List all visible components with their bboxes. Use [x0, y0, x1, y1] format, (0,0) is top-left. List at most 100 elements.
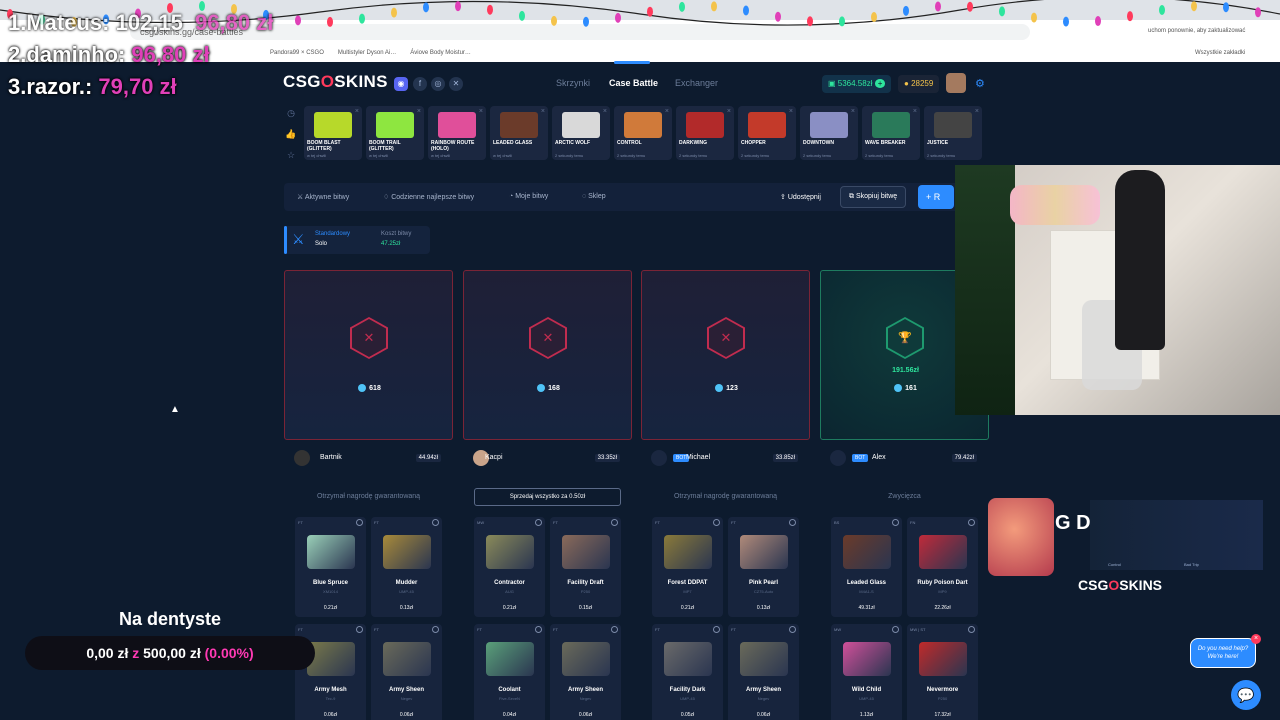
- star-icon[interactable]: ☆: [284, 150, 298, 161]
- tab-shop[interactable]: ◌ Sklep: [582, 193, 606, 200]
- close-icon[interactable]: ×: [851, 108, 855, 115]
- site-logo[interactable]: CSGOSKINS: [283, 72, 388, 92]
- info-icon[interactable]: [789, 626, 796, 633]
- avatar[interactable]: [294, 450, 310, 466]
- tab-active-battles[interactable]: ⚔ Aktywne bitwy: [297, 193, 349, 201]
- info-icon[interactable]: [892, 519, 899, 526]
- info-icon[interactable]: [892, 626, 899, 633]
- player-name[interactable]: Kacpi: [485, 454, 503, 461]
- close-icon[interactable]: ×: [665, 108, 669, 115]
- item-card[interactable]: FT Army Sheen Negev 0.06zł: [371, 624, 442, 720]
- item-card[interactable]: FT Army Sheen Negev 0.06zł: [728, 624, 799, 720]
- case-name: BOOM TRAIL (GLITTER): [369, 140, 401, 152]
- case-card[interactable]: × RAINBOW ROUTE (HOLO) w tej chwili: [428, 106, 486, 160]
- tab-label: Aktywne bitwy: [304, 194, 350, 201]
- item-card[interactable]: FT Mudder UMP-45 0.13zł: [371, 517, 442, 617]
- case-card[interactable]: × BOOM BLAST (GLITTER) w tej chwili: [304, 106, 362, 160]
- info-icon[interactable]: [713, 626, 720, 633]
- info-icon[interactable]: [535, 626, 542, 633]
- settings-gear-icon[interactable]: ⚙: [975, 77, 985, 90]
- case-card[interactable]: × DARKWING 2 sekundy temu: [676, 106, 734, 160]
- coins-balance[interactable]: ● 28259: [898, 75, 940, 93]
- facebook-icon[interactable]: f: [413, 77, 427, 91]
- help-line-1: Do you need help?: [1197, 646, 1249, 652]
- wallet-balance[interactable]: ▣ 5364.58zł +: [822, 75, 892, 93]
- case-card[interactable]: × WAVE BREAKER 2 sekundy temu: [862, 106, 920, 160]
- item-card[interactable]: MW Wild Child UMP-45 1.13zł: [831, 624, 902, 720]
- info-icon[interactable]: [611, 626, 618, 633]
- close-icon[interactable]: ×: [789, 108, 793, 115]
- update-notice[interactable]: uchom ponownie, aby zaktualizować: [1148, 28, 1245, 34]
- info-icon[interactable]: [611, 519, 618, 526]
- thumbs-up-icon[interactable]: 👍: [284, 129, 298, 140]
- item-card[interactable]: FT Pink Pearl CZ75-Auto 0.13zł: [728, 517, 799, 617]
- copy-battle-button[interactable]: ⧉ Skopiuj bitwę: [840, 186, 907, 208]
- close-icon[interactable]: ×: [603, 108, 607, 115]
- nav-exchanger[interactable]: Exchanger: [675, 78, 718, 88]
- tab-my-battles[interactable]: ◔ Moje bitwy: [509, 193, 548, 200]
- close-icon[interactable]: ×: [479, 108, 483, 115]
- item-card[interactable]: MW Contractor AUG 0.21zł: [474, 517, 545, 617]
- item-card[interactable]: MW | ST Nevermore P250 17.32zł: [907, 624, 978, 720]
- help-close-icon[interactable]: ×: [1251, 634, 1261, 644]
- close-icon[interactable]: ×: [417, 108, 421, 115]
- info-icon[interactable]: [713, 519, 720, 526]
- case-card[interactable]: × CONTROL 2 sekundy temu: [614, 106, 672, 160]
- case-card[interactable]: × LEADED GLASS w tej chwili: [490, 106, 548, 160]
- item-quality: FT: [731, 627, 736, 632]
- x-twitter-icon[interactable]: ✕: [449, 77, 463, 91]
- item-name: Coolant: [498, 687, 521, 693]
- close-icon[interactable]: ×: [975, 108, 979, 115]
- case-card[interactable]: × DOWNTOWN 2 sekundy temu: [800, 106, 858, 160]
- share-button[interactable]: ⇪ Udostępnij: [780, 193, 821, 201]
- nav-case-battle[interactable]: Case Battle: [609, 78, 658, 88]
- item-card[interactable]: FT Forest DDPAT MP7 0.21zł: [652, 517, 723, 617]
- tab-daily-best[interactable]: ♢ Codzienne najlepsze bitwy: [383, 193, 474, 201]
- info-icon[interactable]: [432, 626, 439, 633]
- item-card[interactable]: FT Facility Dark UMP-45 0.05zł: [652, 624, 723, 720]
- case-card[interactable]: × ARCTIC WOLF 2 sekundy temu: [552, 106, 610, 160]
- info-icon[interactable]: [968, 626, 975, 633]
- item-card[interactable]: BS Leaded Glass M4A1-S 49.31zł: [831, 517, 902, 617]
- bookmark-item[interactable]: Pandora99 × CSGO: [270, 50, 324, 56]
- clock-icon[interactable]: ◷: [284, 108, 298, 119]
- bookmark-item[interactable]: Wszystkie zakładki: [1195, 50, 1245, 56]
- item-card[interactable]: FT Army Sheen Negev 0.06zł: [550, 624, 621, 720]
- item-name: Army Sheen: [745, 687, 781, 693]
- nav-cases[interactable]: Skrzynki: [556, 78, 590, 88]
- case-card[interactable]: × JUSTICE 2 sekundy temu: [924, 106, 982, 160]
- close-icon[interactable]: ×: [727, 108, 731, 115]
- item-card[interactable]: FT Facility Draft P250 0.15zł: [550, 517, 621, 617]
- item-card[interactable]: FT Blue Spruce XM1014 0.21zł: [295, 517, 366, 617]
- player-name[interactable]: Bartnik: [320, 454, 342, 461]
- bookmark-item[interactable]: Áviove Body Moistur…: [410, 50, 471, 56]
- info-icon[interactable]: [535, 519, 542, 526]
- copy-label: Skopiuj bitwę: [855, 193, 898, 200]
- create-battle-button[interactable]: + R: [918, 185, 954, 209]
- item-card[interactable]: FT Coolant Five-SeveN 0.04zł: [474, 624, 545, 720]
- avatar[interactable]: [830, 450, 846, 466]
- avatar[interactable]: [651, 450, 667, 466]
- case-card[interactable]: × BOOM TRAIL (GLITTER) w tej chwili: [366, 106, 424, 160]
- item-name: Army Sheen: [567, 687, 603, 693]
- bookmark-item[interactable]: Multistyler Dyson Ai…: [338, 50, 396, 56]
- info-icon[interactable]: [432, 519, 439, 526]
- info-icon[interactable]: [356, 626, 363, 633]
- close-icon[interactable]: ×: [541, 108, 545, 115]
- close-icon[interactable]: ×: [913, 108, 917, 115]
- instagram-icon[interactable]: ◎: [431, 77, 445, 91]
- sell-all-button[interactable]: Sprzedaj wszystko za 0.50zł: [474, 488, 621, 506]
- close-icon[interactable]: ×: [355, 108, 359, 115]
- info-icon[interactable]: [789, 519, 796, 526]
- info-icon[interactable]: [356, 519, 363, 526]
- chat-icon[interactable]: 💬: [1231, 680, 1261, 710]
- player-name[interactable]: Michael: [686, 454, 710, 461]
- discord-icon[interactable]: ◉: [394, 77, 408, 91]
- help-bubble[interactable]: Do you need help? We're here!: [1190, 638, 1256, 668]
- info-icon[interactable]: [968, 519, 975, 526]
- item-card[interactable]: FN Ruby Poison Dart MP9 22.26zł: [907, 517, 978, 617]
- player-name[interactable]: Alex: [872, 454, 886, 461]
- case-card[interactable]: × CHOPPER 2 sekundy temu: [738, 106, 796, 160]
- user-avatar[interactable]: [946, 73, 966, 93]
- promo-skin-label: Control: [1108, 562, 1121, 567]
